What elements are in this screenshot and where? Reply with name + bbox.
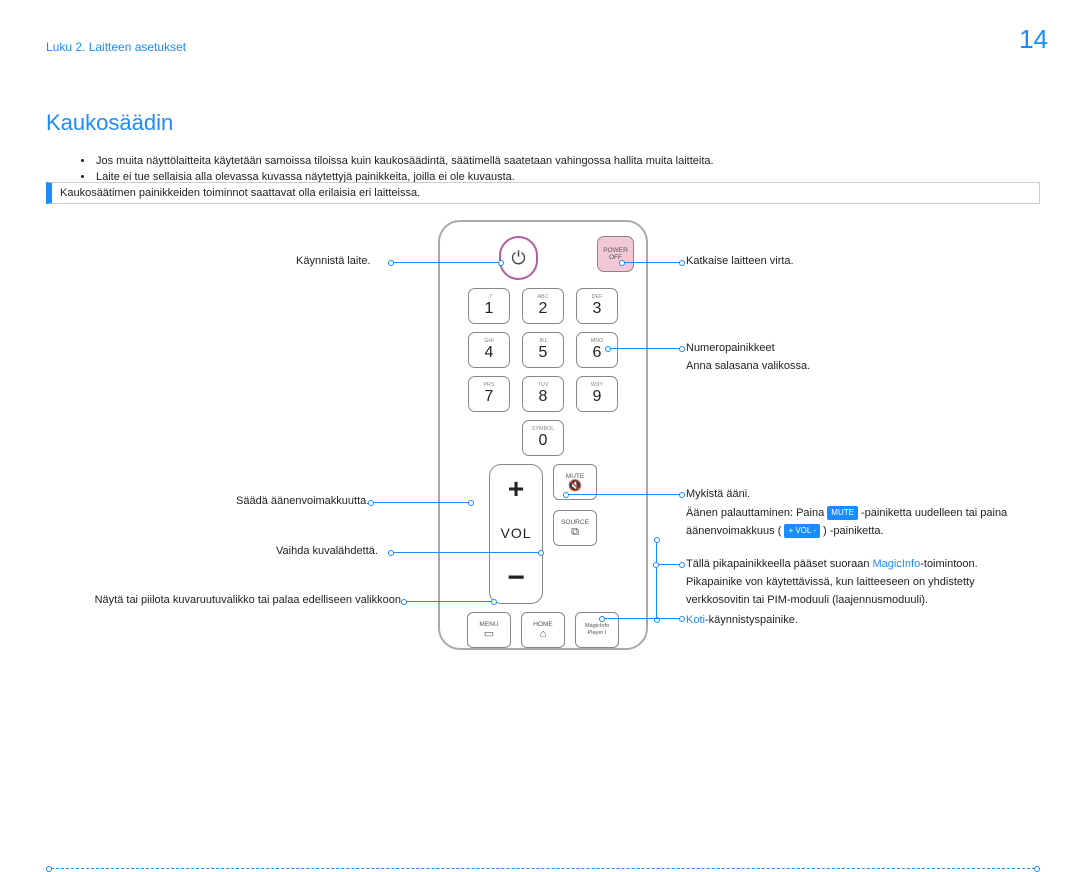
source-icon: ⧉ xyxy=(571,527,579,538)
callout-magic-a: Tällä pikapainikkeella pääset suoraan xyxy=(686,558,873,570)
menu-icon: ▭ xyxy=(484,629,494,640)
chapter-label: Luku 2. Laitteen asetukset xyxy=(46,40,186,54)
leader-magic-h xyxy=(656,564,682,565)
callout-home-a: Koti xyxy=(686,614,705,626)
callout-num-2: Anna salasana valikossa. xyxy=(686,360,810,372)
callout-magic-b: -toimintoon. xyxy=(920,558,977,570)
power-off-button[interactable]: POWER OFF xyxy=(597,236,634,272)
inline-vol-tag: + VOL - xyxy=(784,524,820,538)
callout-power-off: Katkaise laitteen virta. xyxy=(686,255,794,267)
callout-magic: Tällä pikapainikkeella pääset suoraan Ma… xyxy=(686,558,978,570)
key-6[interactable]: MNO6 xyxy=(576,332,618,368)
callout-mute-2: Äänen palauttaminen: Paina MUTE -painike… xyxy=(686,506,1007,520)
callout-source: Vaihda kuvalähdettä. xyxy=(276,545,378,557)
leader-power-off xyxy=(622,262,682,263)
magicinfo-label-2: Player I xyxy=(588,630,607,637)
menu-label: MENU xyxy=(479,621,498,628)
callout-power-on: Käynnistä laite. xyxy=(296,255,371,267)
magicinfo-label-1: MagicInfo xyxy=(585,623,609,630)
key-2[interactable]: ABC2 xyxy=(522,288,564,324)
callout-home: Koti-käynnistyspainike. xyxy=(686,614,798,626)
callout-mute-3a: äänenvoimakkuus ( xyxy=(686,525,781,537)
volume-minus: − xyxy=(507,563,525,593)
leader-mute xyxy=(566,494,682,495)
inline-mute-tag: MUTE xyxy=(827,506,858,520)
home-label: HOME xyxy=(533,621,553,628)
cut-line xyxy=(46,868,1040,869)
page-number: 14 xyxy=(1019,24,1048,55)
leader-volume xyxy=(371,502,471,503)
mute-label: MUTE xyxy=(566,473,584,480)
callout-menu: Näytä tai piilota kuvaruutuvalikko tai p… xyxy=(64,594,404,606)
leader-source xyxy=(391,552,541,553)
home-button[interactable]: HOME ⌂ xyxy=(521,612,565,648)
leader-power-on xyxy=(391,262,501,263)
key-0[interactable]: SYMBOL0 xyxy=(522,420,564,456)
callout-home-b: -käynnistyspainike. xyxy=(705,614,798,626)
callout-magic-hi: MagicInfo xyxy=(873,558,921,570)
callout-mute-2a: Äänen palauttaminen: Paina xyxy=(686,507,827,519)
leader-right-branch xyxy=(656,540,657,620)
callout-mute-3b: ) -painiketta. xyxy=(823,525,884,537)
leader-home xyxy=(602,618,682,619)
key-1[interactable]: .,?1 xyxy=(468,288,510,324)
remote-body: ⏻ POWER OFF .,?1 ABC2 DEF3 GHI4 JKL5 MNO… xyxy=(438,220,648,650)
power-off-label-1: POWER xyxy=(603,247,628,254)
callout-magic-d: verkkosovitin tai PIM-moduuli (laajennus… xyxy=(686,594,928,606)
callout-mute-3: äänenvoimakkuus ( + VOL - ) -painiketta. xyxy=(686,524,884,538)
volume-rocker[interactable]: + VOL − xyxy=(489,464,543,604)
volume-label: VOL xyxy=(500,525,531,541)
callout-mute-2b: -painiketta uudelleen tai paina xyxy=(861,507,1007,519)
menu-button[interactable]: MENU ▭ xyxy=(467,612,511,648)
key-7[interactable]: PRS7 xyxy=(468,376,510,412)
callout-volume: Säädä äänenvoimakkuutta. xyxy=(236,495,369,507)
leader-menu xyxy=(404,601,494,602)
key-3[interactable]: DEF3 xyxy=(576,288,618,324)
source-label: SOURCE xyxy=(561,519,589,526)
key-8[interactable]: TUV8 xyxy=(522,376,564,412)
key-9[interactable]: WXY9 xyxy=(576,376,618,412)
volume-plus: + xyxy=(508,475,524,503)
bullet-1: Jos muita näyttölaitteita käytetään samo… xyxy=(94,155,1040,167)
power-on-button[interactable]: ⏻ xyxy=(499,236,538,280)
key-5[interactable]: JKL5 xyxy=(522,332,564,368)
source-button[interactable]: SOURCE ⧉ xyxy=(553,510,597,546)
remote-diagram: ⏻ POWER OFF .,?1 ABC2 DEF3 GHI4 JKL5 MNO… xyxy=(46,220,1040,763)
note-box: Kaukosäätimen painikkeiden toiminnot saa… xyxy=(46,182,1040,204)
callout-magic-c: Pikapainike von käytettävissä, kun laitt… xyxy=(686,576,975,588)
key-4[interactable]: GHI4 xyxy=(468,332,510,368)
mute-icon: 🔇 xyxy=(568,481,582,492)
leader-num xyxy=(608,348,682,349)
home-icon: ⌂ xyxy=(540,629,547,640)
callout-mute-1: Mykistä ääni. xyxy=(686,488,750,500)
callout-num-1: Numeropainikkeet xyxy=(686,342,775,354)
page-title: Kaukosäädin xyxy=(46,110,173,136)
